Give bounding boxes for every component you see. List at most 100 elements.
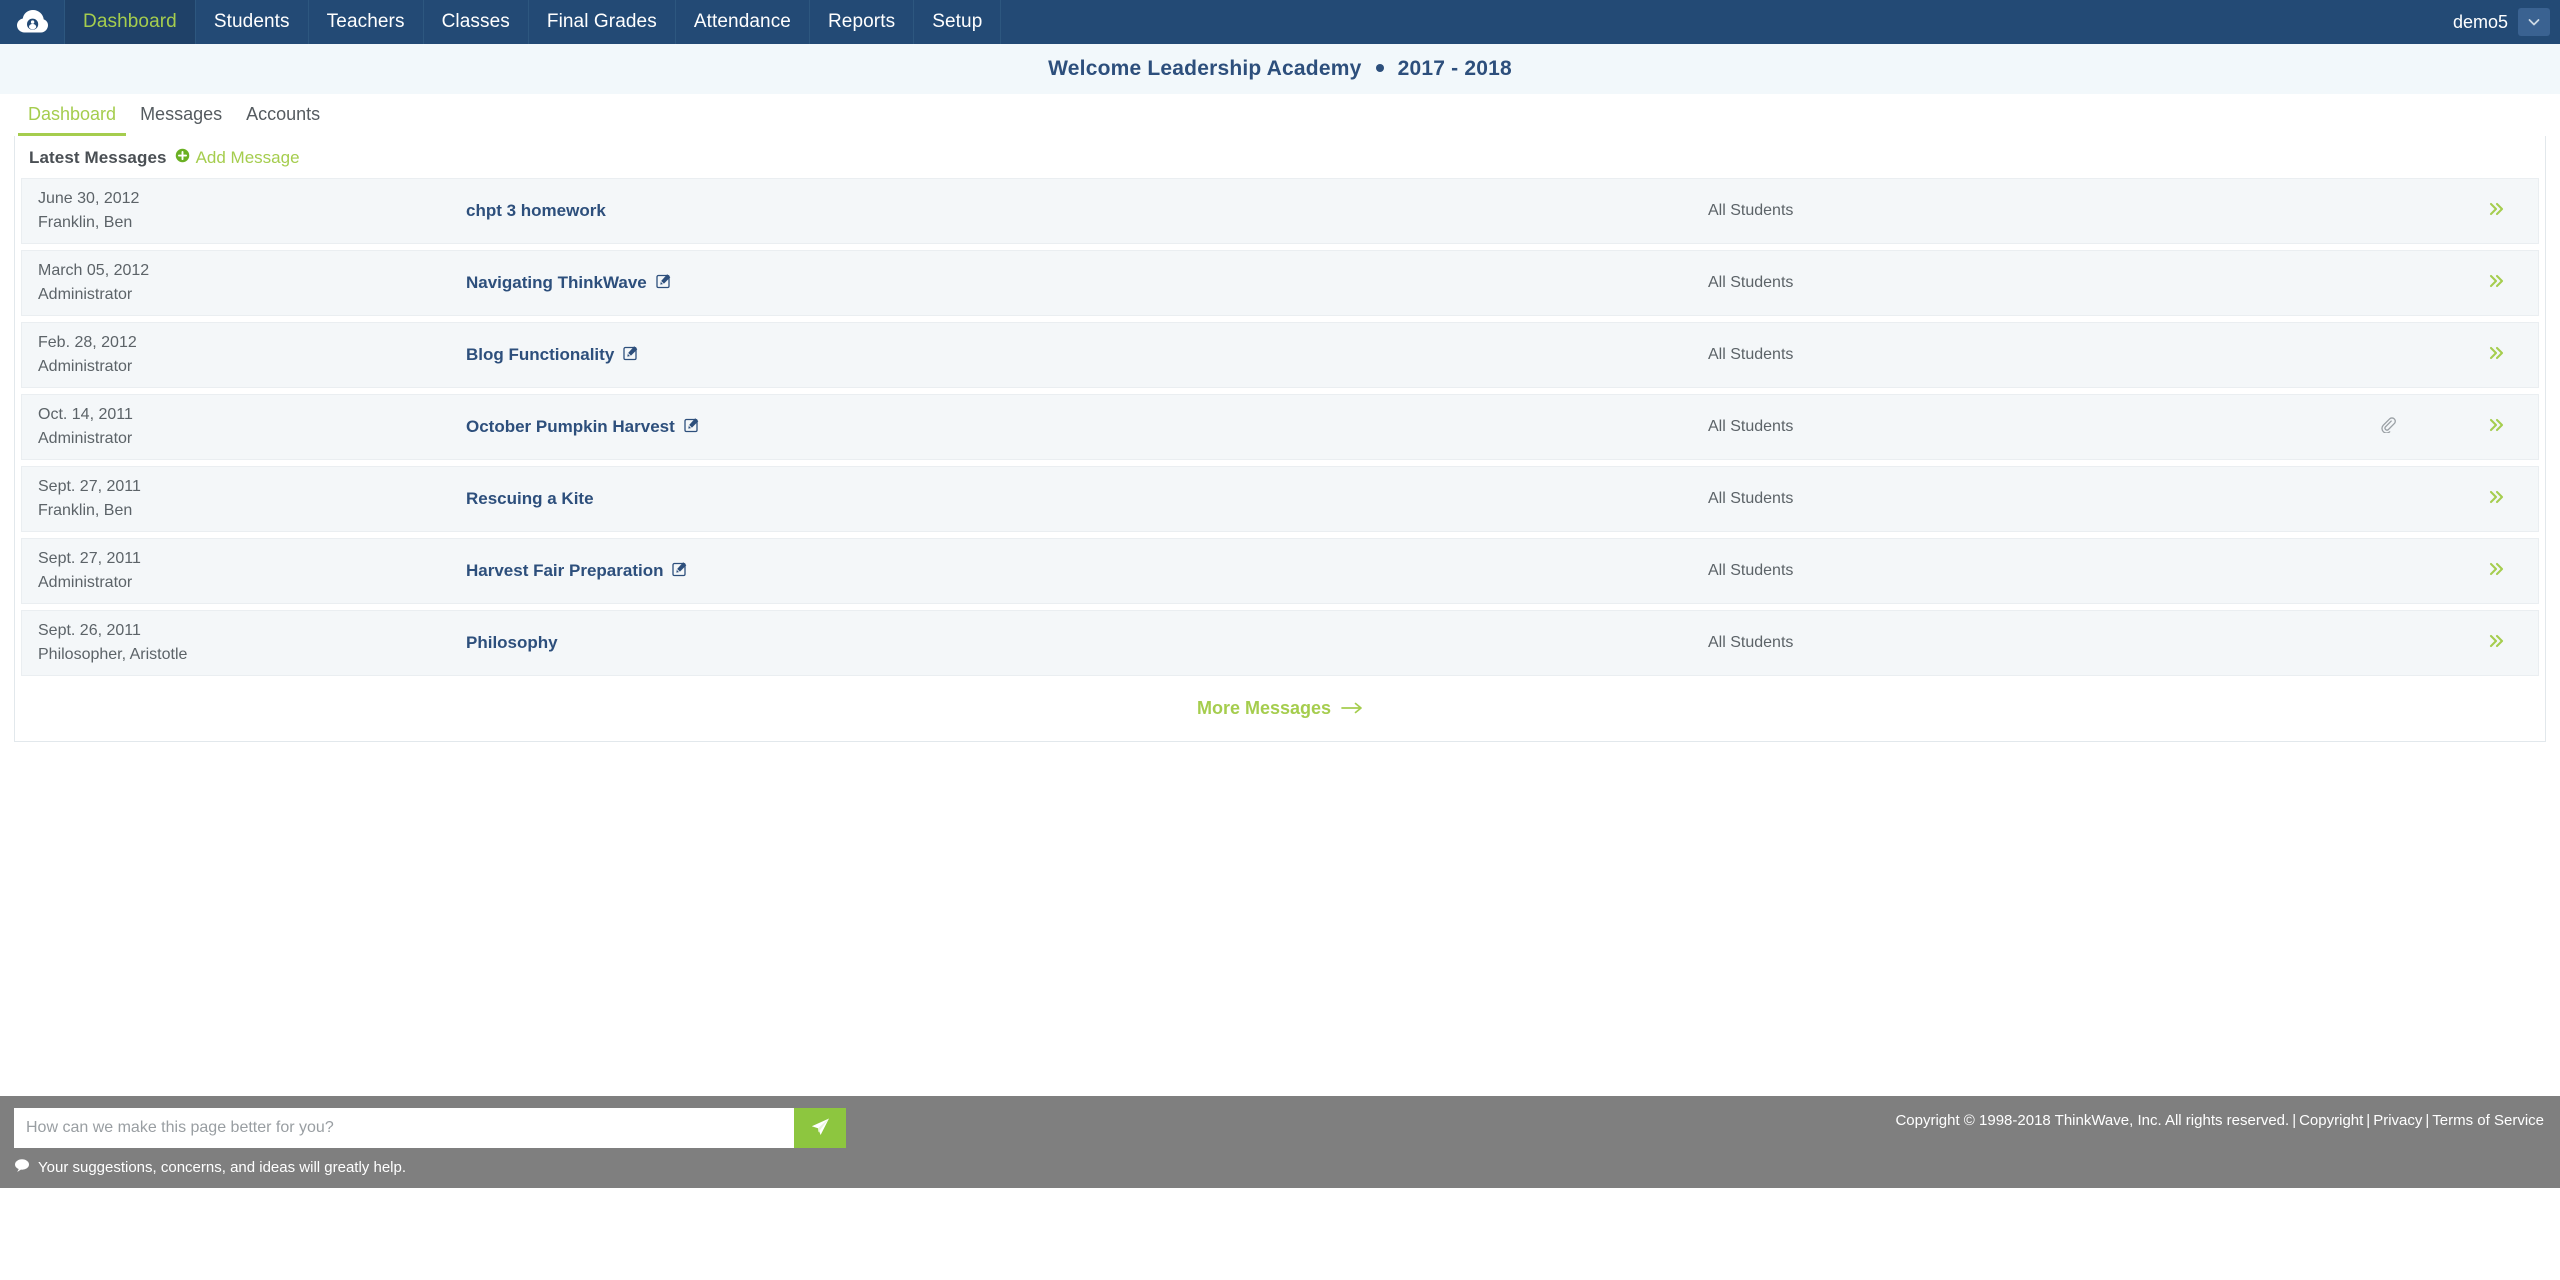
nav-item-final-grades[interactable]: Final Grades	[529, 0, 676, 44]
message-title[interactable]: Blog Functionality	[466, 345, 614, 365]
open-message-button[interactable]	[2468, 632, 2538, 655]
edit-message-icon[interactable]	[684, 417, 700, 438]
message-author: Administrator	[38, 358, 133, 375]
message-date: Feb. 28, 2012	[38, 334, 137, 351]
feedback-note: Your suggestions, concerns, and ideas wi…	[14, 1158, 860, 1177]
message-attachment-cell	[2308, 416, 2468, 438]
top-navbar: Dashboard Students Teachers Classes Final Gr…	[0, 0, 2560, 44]
message-meta: Sept. 27, 2011 Franklin, Ben	[22, 475, 442, 523]
double-chevron-right-icon	[2487, 272, 2507, 295]
nav-item-students[interactable]: Students	[196, 0, 309, 44]
message-title[interactable]: October Pumpkin Harvest	[466, 417, 675, 437]
feedback-input[interactable]	[14, 1108, 794, 1148]
message-author: Philosopher, Aristotle	[38, 646, 188, 663]
copyright-text: Copyright © 1998-2018 ThinkWave, Inc. Al…	[1895, 1112, 2290, 1129]
message-audience: All Students	[1708, 274, 1794, 291]
message-title[interactable]: chpt 3 homework	[466, 201, 606, 221]
nav-item-teachers[interactable]: Teachers	[309, 0, 424, 44]
send-feedback-button[interactable]	[794, 1108, 846, 1148]
navbar-right: demo5	[2453, 0, 2560, 44]
footer-legal: Copyright © 1998-2018 ThinkWave, Inc. Al…	[1895, 1096, 2560, 1129]
message-date: Sept. 26, 2011	[38, 622, 141, 639]
edit-message-icon[interactable]	[672, 561, 688, 582]
link-privacy[interactable]: Privacy	[2373, 1112, 2422, 1129]
message-meta: June 30, 2012 Franklin, Ben	[22, 187, 442, 235]
message-title-cell: Rescuing a Kite	[442, 489, 1708, 509]
plus-circle-icon	[175, 148, 190, 168]
link-copyright[interactable]: Copyright	[2299, 1112, 2363, 1129]
message-row[interactable]: Sept. 27, 2011 Administrator Harvest Fair …	[21, 538, 2539, 604]
card-header: Latest Messages Add Message	[15, 136, 2545, 178]
message-title[interactable]: Navigating ThinkWave	[466, 273, 647, 293]
more-messages-button[interactable]: More Messages	[1197, 698, 1363, 719]
nav-item-classes[interactable]: Classes	[424, 0, 529, 44]
double-chevron-right-icon	[2487, 416, 2507, 439]
message-row[interactable]: June 30, 2012 Franklin, Ben chpt 3 homewor…	[21, 178, 2539, 244]
school-name: Welcome Leadership Academy	[1048, 57, 1362, 80]
message-title[interactable]: Philosophy	[466, 633, 558, 653]
tab-messages[interactable]: Messages	[130, 102, 232, 136]
message-date: Sept. 27, 2011	[38, 550, 141, 567]
message-date: June 30, 2012	[38, 190, 140, 207]
message-title-cell: October Pumpkin Harvest	[442, 417, 1708, 438]
more-messages-label: More Messages	[1196, 698, 1332, 718]
open-message-button[interactable]	[2468, 200, 2538, 223]
page-body: Dashboard Messages Accounts Latest Message…	[0, 94, 2560, 1188]
message-audience: All Students	[1708, 418, 1794, 435]
message-meta: March 05, 2012 Administrator	[22, 259, 442, 307]
feedback-form	[14, 1108, 846, 1148]
message-row[interactable]: Sept. 27, 2011 Franklin, Ben Rescuing a Ki…	[21, 466, 2539, 532]
message-audience: All Students	[1708, 490, 1794, 507]
nav-item-setup[interactable]: Setup	[914, 0, 1002, 44]
message-date: Oct. 14, 2011	[38, 406, 133, 423]
link-terms[interactable]: Terms of Service	[2432, 1112, 2544, 1129]
app-logo[interactable]	[0, 0, 64, 44]
footer-feedback: Your suggestions, concerns, and ideas wi…	[0, 1096, 860, 1177]
paper-plane-icon	[809, 1116, 831, 1141]
message-date: March 05, 2012	[38, 262, 150, 279]
attachment-paperclip-icon[interactable]	[2380, 416, 2396, 438]
section-tabs: Dashboard Messages Accounts	[0, 94, 2560, 136]
user-menu-button[interactable]	[2518, 8, 2550, 36]
message-audience: All Students	[1708, 634, 1794, 651]
more-messages-row: More Messages	[15, 682, 2545, 735]
add-message-label: Add Message	[195, 148, 300, 167]
message-author: Administrator	[38, 430, 133, 447]
welcome-title: Welcome Leadership Academy 2017 - 2018	[1048, 57, 1512, 81]
legal-sep: |	[2425, 1112, 2430, 1129]
edit-message-icon[interactable]	[656, 273, 672, 294]
message-row[interactable]: March 05, 2012 Administrator Navigating Th…	[21, 250, 2539, 316]
nav-items: Dashboard Students Teachers Classes Final Gr…	[64, 0, 1002, 44]
latest-messages-card: Latest Messages Add Message June 30, 201…	[14, 136, 2546, 742]
message-meta: Oct. 14, 2011 Administrator	[22, 403, 442, 451]
edit-message-icon[interactable]	[623, 345, 639, 366]
nav-item-reports[interactable]: Reports	[810, 0, 915, 44]
message-author: Franklin, Ben	[38, 214, 133, 231]
message-audience: All Students	[1708, 346, 1794, 363]
tab-accounts[interactable]: Accounts	[236, 102, 330, 136]
speech-bubble-icon	[14, 1158, 31, 1177]
add-message-button[interactable]: Add Message	[175, 148, 300, 168]
message-row[interactable]: Sept. 26, 2011 Philosopher, Aristotle Phil…	[21, 610, 2539, 676]
message-meta: Feb. 28, 2012 Administrator	[22, 331, 442, 379]
cloud-person-logo-icon	[15, 7, 49, 37]
message-title[interactable]: Harvest Fair Preparation	[466, 561, 663, 581]
open-message-button[interactable]	[2468, 488, 2538, 511]
message-row[interactable]: Feb. 28, 2012 Administrator Blog Functiona…	[21, 322, 2539, 388]
open-message-button[interactable]	[2468, 416, 2538, 439]
page-footer: Your suggestions, concerns, and ideas wi…	[0, 1096, 2560, 1188]
message-row[interactable]: Oct. 14, 2011 Administrator October Pumpki…	[21, 394, 2539, 460]
messages-list: June 30, 2012 Franklin, Ben chpt 3 homewor…	[15, 178, 2545, 676]
legal-sep: |	[2366, 1112, 2371, 1129]
message-title[interactable]: Rescuing a Kite	[466, 489, 594, 509]
open-message-button[interactable]	[2468, 560, 2538, 583]
open-message-button[interactable]	[2468, 272, 2538, 295]
open-message-button[interactable]	[2468, 344, 2538, 367]
tab-dashboard[interactable]: Dashboard	[18, 102, 127, 136]
nav-item-dashboard[interactable]: Dashboard	[64, 0, 196, 44]
message-author: Administrator	[38, 286, 133, 303]
welcome-bar: Welcome Leadership Academy 2017 - 2018	[0, 44, 2560, 94]
user-name[interactable]: demo5	[2453, 12, 2508, 33]
nav-item-attendance[interactable]: Attendance	[676, 0, 810, 44]
double-chevron-right-icon	[2487, 488, 2507, 511]
